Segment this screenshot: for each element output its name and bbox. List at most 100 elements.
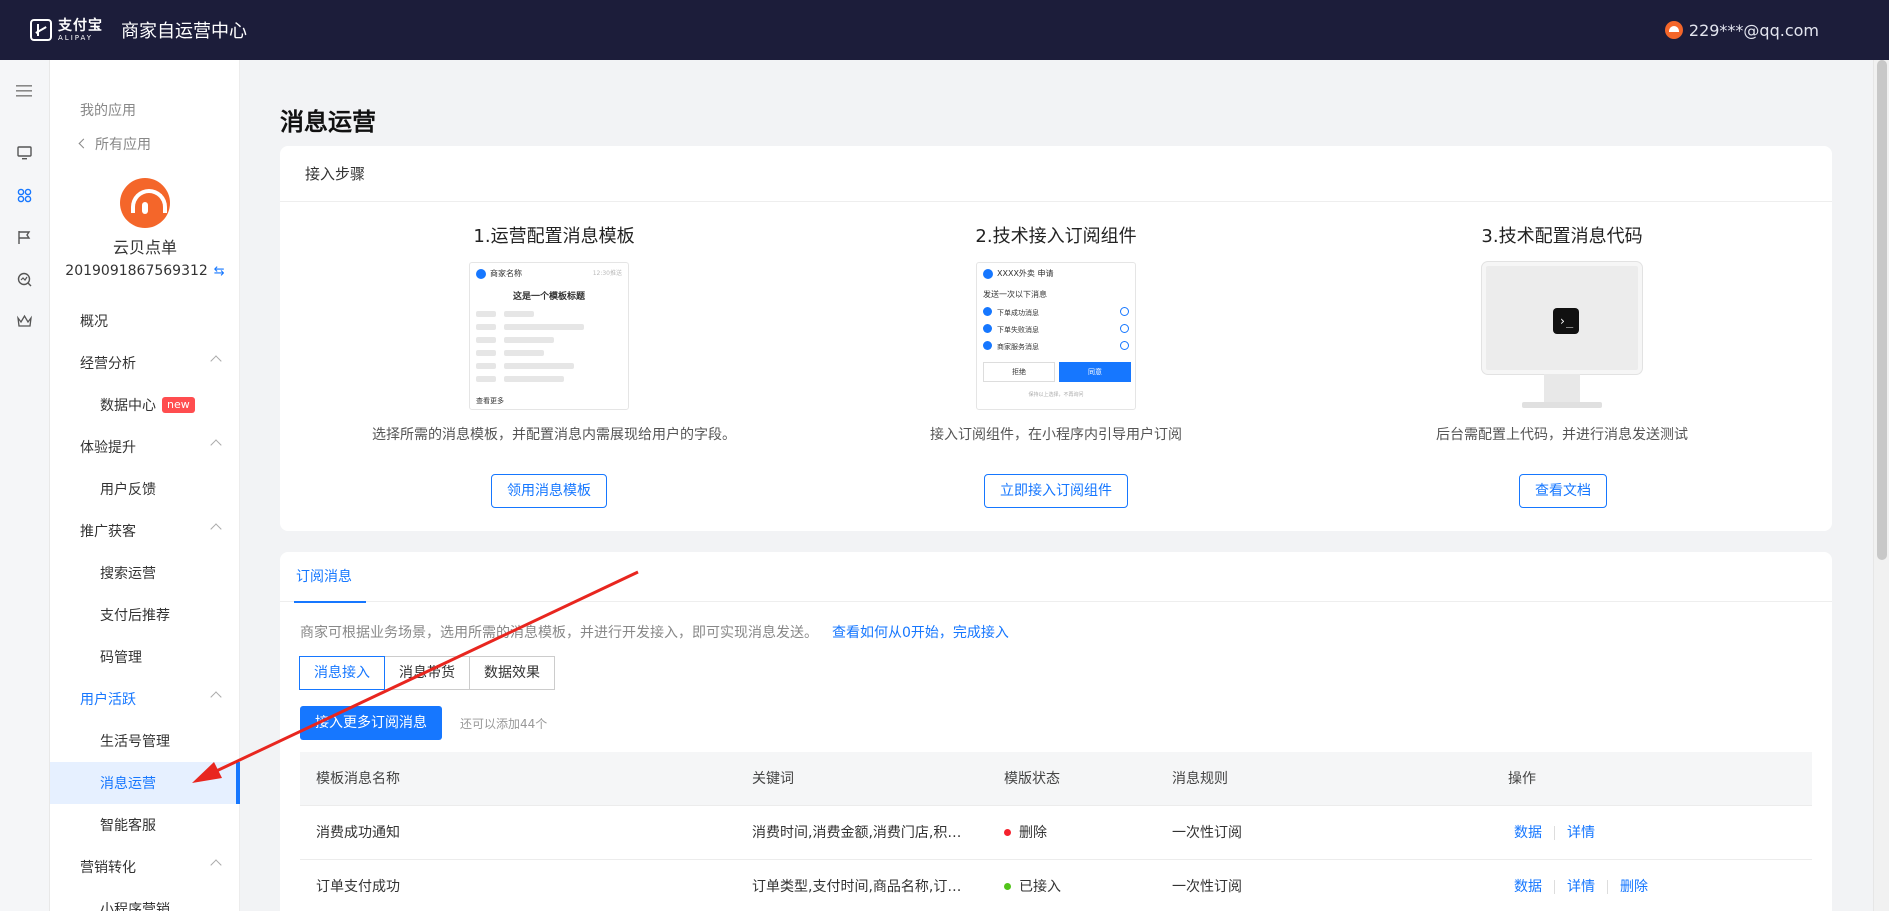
all-apps-link[interactable]: 所有应用	[78, 134, 151, 154]
chevron-up-icon	[210, 859, 222, 871]
mock-line	[476, 350, 496, 356]
app-title: 商家自运营中心	[121, 21, 247, 42]
new-badge: new	[162, 397, 195, 413]
monitor-base	[1522, 402, 1602, 408]
tab-subscribe-messages[interactable]: 订阅消息	[294, 552, 366, 603]
detail-link[interactable]: 详情	[1567, 825, 1595, 841]
status-cell: 删除	[1004, 806, 1144, 860]
sidebar-item-label: 智能客服	[100, 818, 156, 834]
column-header: 关键词	[752, 771, 794, 787]
my-apps-link[interactable]: 我的应用	[80, 100, 136, 120]
subscribe-preview-image: XXXX外卖 申请 发送一次以下消息 下单成功消息 下单失败消息 商家服务消息 …	[976, 262, 1136, 410]
alipay-logo-icon	[30, 19, 52, 41]
segment-message-integration[interactable]: 消息接入	[299, 656, 385, 690]
mock-line	[504, 324, 584, 330]
sidebar-item-search-ops[interactable]: 搜索运营	[50, 552, 240, 594]
sidebar-item-label: 数据中心	[100, 398, 156, 414]
detail-link[interactable]: 详情	[1567, 879, 1595, 895]
apps-icon[interactable]	[15, 186, 33, 204]
delete-link[interactable]: 删除	[1620, 879, 1648, 895]
segment-message-commerce[interactable]: 消息带货	[384, 656, 470, 690]
analytics-icon[interactable]	[15, 270, 33, 288]
page-scrollbar[interactable]	[1873, 60, 1889, 911]
operations: 数据 详情 删除	[1508, 860, 1808, 911]
user-avatar-icon	[1664, 21, 1683, 39]
sidebar-item-label: 概况	[80, 314, 108, 330]
mock-line	[504, 350, 544, 356]
view-docs-button[interactable]: 查看文档	[1519, 474, 1607, 508]
add-subscribe-message-button[interactable]: 接入更多订阅消息	[300, 706, 442, 740]
alipay-logo[interactable]: 支付宝 ALIPAY	[30, 19, 121, 42]
tab-bar: 订阅消息	[280, 552, 1832, 603]
chevron-up-icon	[210, 691, 222, 703]
column-header: 模版状态	[1004, 771, 1060, 787]
sidebar-item-code-management[interactable]: 码管理	[50, 636, 240, 678]
sidebar-item-message-ops[interactable]: 消息运营	[50, 762, 240, 804]
sidebar-group-marketing[interactable]: 营销转化	[50, 846, 240, 888]
sidebar-item-mini-program-marketing[interactable]: 小程序营销	[50, 888, 240, 911]
status-cell: 已接入	[1004, 860, 1144, 911]
flag-icon[interactable]	[15, 228, 33, 246]
mock-line	[504, 376, 564, 382]
crown-icon[interactable]	[15, 312, 33, 330]
merchant-dot-icon	[476, 269, 486, 279]
divider	[1554, 826, 1555, 840]
integrate-subscribe-button[interactable]: 立即接入订阅组件	[984, 474, 1128, 508]
step-title: 3.技术配置消息代码	[1481, 226, 1643, 247]
sidebar-item-post-pay-recommend[interactable]: 支付后推荐	[50, 594, 240, 636]
mock-merchant: XXXX外卖 申请	[997, 269, 1054, 278]
sidebar-item-label: 消息运营	[100, 776, 156, 792]
app-name: 云贝点单	[112, 238, 177, 257]
sidebar-item-user-feedback[interactable]: 用户反馈	[50, 468, 240, 510]
scrollbar-thumb[interactable]	[1877, 60, 1887, 560]
chevron-up-icon	[210, 355, 222, 367]
message-rule: 一次性订阅	[1172, 825, 1242, 841]
claim-template-button[interactable]: 领用消息模板	[491, 474, 607, 508]
monitor-icon[interactable]	[15, 144, 33, 162]
info-icon	[1120, 307, 1129, 316]
data-link[interactable]: 数据	[1514, 879, 1542, 895]
all-apps-label: 所有应用	[95, 137, 151, 153]
sidebar-item-life-account[interactable]: 生活号管理	[50, 720, 240, 762]
status-badge: 删除	[1019, 825, 1047, 841]
mock-line	[504, 311, 534, 317]
mock-more: 查看更多	[476, 397, 504, 405]
user-email: 229***@qq.com	[1688, 20, 1819, 40]
step-2: 2.技术接入订阅组件	[806, 222, 1306, 248]
mock-reject: 拒绝	[983, 362, 1055, 382]
sidebar-group-user-activity[interactable]: 用户活跃	[50, 678, 240, 720]
segment-data-effect[interactable]: 数据效果	[469, 656, 555, 690]
sidebar-group-business-analysis[interactable]: 经营分析	[50, 342, 240, 384]
mock-remember: 保持以上选择，不再询问	[1028, 392, 1084, 398]
how-to-start-link[interactable]: 查看如何从0开始，完成接入	[832, 625, 1009, 641]
chevron-left-icon	[78, 138, 89, 149]
swap-app-icon[interactable]: ⇆	[214, 264, 225, 279]
menu-icon[interactable]	[15, 82, 33, 100]
mock-line	[504, 337, 554, 343]
step-3: 3.技术配置消息代码	[1312, 222, 1812, 248]
steps-card: 接入步骤 1.运营配置消息模板 商家名称 12:30推送 这是一个模板标题 查看…	[280, 146, 1832, 531]
step-title: 2.技术接入订阅组件	[975, 226, 1137, 247]
divider	[1554, 880, 1555, 894]
top-bar: 支付宝 ALIPAY 商家自运营中心 229***@qq.com	[0, 0, 1889, 60]
sidebar-group-acquisition[interactable]: 推广获客	[50, 510, 240, 552]
sidebar-group-experience[interactable]: 体验提升	[50, 426, 240, 468]
sidebar-item-data-center[interactable]: 数据中心 new	[50, 384, 240, 426]
sidebar-item-label: 搜索运营	[100, 566, 156, 582]
app-logo-icon	[120, 178, 170, 228]
sidebar-item-label: 生活号管理	[100, 734, 170, 750]
template-name: 订单支付成功	[316, 879, 400, 895]
sidebar-item-smart-service[interactable]: 智能客服	[50, 804, 240, 846]
keywords: 订单类型,支付时间,商品名称,订单…	[752, 879, 972, 895]
check-icon	[983, 324, 992, 333]
mock-heading: 这是一个模板标题	[512, 292, 585, 302]
chevron-up-icon	[210, 439, 222, 451]
mock-option: 下单失败消息	[997, 326, 1039, 334]
merchant-dot-icon	[983, 269, 993, 279]
sidebar-item-overview[interactable]: 概况	[50, 300, 240, 342]
user-menu[interactable]: 229***@qq.com	[1664, 20, 1819, 40]
data-link[interactable]: 数据	[1514, 825, 1542, 841]
status-dot-icon	[1004, 828, 1011, 836]
template-name: 消费成功通知	[316, 825, 400, 841]
operations: 数据 详情	[1508, 806, 1808, 860]
